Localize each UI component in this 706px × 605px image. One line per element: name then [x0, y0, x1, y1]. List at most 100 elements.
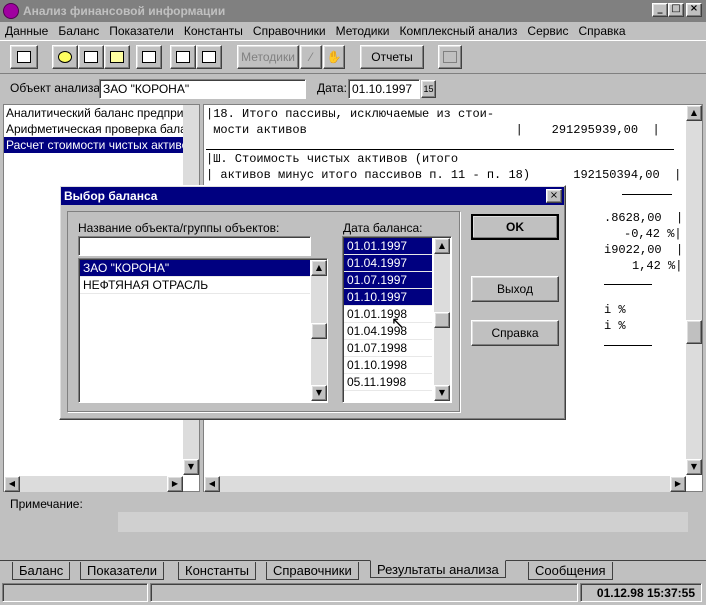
object-name-input[interactable] [78, 236, 311, 256]
menu-bar: Данные Баланс Показатели Константы Справ… [0, 22, 706, 40]
tab-strip [0, 560, 706, 561]
scroll-thumb[interactable] [686, 320, 702, 344]
tab-directories[interactable]: Справочники [266, 562, 359, 580]
report-line: 1,42 %| [632, 259, 683, 273]
object-list[interactable]: ЗАО "КОРОНА" НЕФТЯНАЯ ОТРАСЛЬ [78, 258, 328, 403]
tab-balance[interactable]: Баланс [12, 562, 71, 580]
report-divider [604, 345, 652, 346]
note-field[interactable] [118, 512, 688, 532]
report-line: мости активов | 291295939,00 | [206, 123, 660, 137]
date-item[interactable]: 01.07.1997 [344, 272, 432, 289]
close-button[interactable]: × [686, 3, 702, 17]
date-item[interactable]: 01.10.1998 [344, 357, 432, 374]
menu-balance[interactable]: Баланс [53, 24, 104, 38]
report-line: -0,42 %| [624, 227, 682, 241]
object-name-label: Название объекта/группы объектов: [78, 221, 280, 235]
copy-button[interactable] [78, 45, 104, 69]
hand-icon: ✋ [326, 50, 342, 64]
object-field[interactable]: ЗАО "КОРОНА" [99, 79, 306, 99]
menu-help[interactable]: Справка [574, 24, 631, 38]
scroll-thumb[interactable] [311, 323, 327, 339]
status-datetime: 01.12.98 15:37:55 [580, 583, 702, 602]
paste-button[interactable] [104, 45, 130, 69]
calculator-button[interactable] [438, 45, 462, 69]
date-item[interactable]: 05.11.1998 [344, 374, 432, 391]
paste-icon [110, 51, 124, 63]
printer-icon [142, 51, 156, 63]
tree-item-arithmetic-check[interactable]: Арифметическая проверка баланса [4, 121, 199, 137]
object-item[interactable]: ЗАО "КОРОНА" [80, 260, 310, 277]
status-panel [2, 583, 148, 602]
light-button[interactable] [52, 45, 78, 69]
report-line: .8628,00 | [604, 211, 684, 225]
date-field[interactable]: 01.10.1997 [348, 79, 420, 99]
pencil-icon: ⁄ [309, 50, 312, 64]
import-button[interactable] [196, 45, 222, 69]
date-item[interactable]: 01.04.1997 [344, 255, 432, 272]
menu-directories[interactable]: Справочники [248, 24, 331, 38]
scroll-down-button[interactable]: ▼ [183, 459, 199, 475]
tree-icon [17, 51, 31, 63]
report-line: i % [604, 303, 626, 317]
scroll-down-button[interactable]: ▼ [434, 385, 450, 401]
right-horizontal-scrollbar[interactable] [204, 476, 686, 492]
scroll-down-button[interactable]: ▼ [686, 459, 702, 475]
reports-button[interactable]: Отчеты [360, 45, 424, 69]
window-title: Анализ финансовой информации [23, 4, 226, 18]
minimize-button[interactable]: _ [652, 3, 668, 17]
report-line: |18. Итого пассивы, исключаемые из стои- [206, 107, 495, 121]
report-line: i % [604, 319, 626, 333]
report-divider [206, 149, 674, 150]
dialog-close-button[interactable]: × [546, 189, 562, 203]
pencil-button[interactable]: ⁄ [300, 45, 322, 69]
menu-service[interactable]: Сервис [522, 24, 573, 38]
menu-methods[interactable]: Методики [331, 24, 395, 38]
scroll-thumb[interactable] [434, 312, 450, 328]
tree-item-analytic-balance[interactable]: Аналитический баланс предприятия [4, 105, 199, 121]
tab-indicators[interactable]: Показатели [80, 562, 164, 580]
object-item[interactable]: НЕФТЯНАЯ ОТРАСЛЬ [80, 277, 310, 294]
maximize-button[interactable]: □ [668, 3, 684, 17]
import-icon [202, 51, 216, 63]
tab-analysis-results[interactable]: Результаты анализа [370, 560, 506, 578]
tab-constants[interactable]: Константы [178, 562, 256, 580]
date-item[interactable]: 01.01.1998 [344, 306, 432, 323]
calculator-icon [443, 51, 457, 63]
export-button[interactable] [170, 45, 196, 69]
left-horizontal-scrollbar[interactable] [4, 476, 183, 492]
hand-button[interactable]: ✋ [323, 45, 345, 69]
copy-icon [84, 51, 98, 63]
tree-view-button[interactable] [10, 45, 38, 69]
export-icon [176, 51, 190, 63]
print-button[interactable] [136, 45, 162, 69]
right-vertical-scrollbar[interactable] [686, 105, 702, 475]
scroll-up-button[interactable]: ▲ [434, 238, 450, 254]
exit-button[interactable]: Выход [471, 276, 559, 302]
date-item[interactable]: 01.04.1998 [344, 323, 432, 340]
ok-button[interactable]: OK [471, 214, 559, 240]
tree-item-net-assets[interactable]: Расчет стоимости чистых активов [4, 137, 199, 153]
scroll-down-button[interactable]: ▼ [311, 385, 327, 401]
scroll-right-button[interactable]: ▶ [167, 476, 183, 492]
menu-indicators[interactable]: Показатели [104, 24, 179, 38]
menu-complex-analysis[interactable]: Комплексный анализ [394, 24, 522, 38]
date-item[interactable]: 01.10.1997 [344, 289, 432, 306]
scroll-left-button[interactable]: ◀ [204, 476, 220, 492]
object-label: Объект анализа: [10, 81, 104, 95]
menu-data[interactable]: Данные [0, 24, 53, 38]
menu-constants[interactable]: Константы [179, 24, 248, 38]
report-line: i9022,00 | [604, 243, 684, 257]
help-button[interactable]: Справка [471, 320, 559, 346]
scroll-up-button[interactable]: ▲ [311, 260, 327, 276]
status-panel [150, 583, 578, 602]
scroll-up-button[interactable]: ▲ [686, 105, 702, 121]
date-item[interactable]: 01.01.1997 [344, 238, 432, 255]
tab-messages[interactable]: Сообщения [528, 562, 613, 580]
balance-date-label: Дата баланса: [343, 221, 423, 235]
report-divider [604, 284, 652, 285]
methods-button[interactable]: Методики [237, 45, 299, 69]
calendar-button[interactable]: 15 [421, 80, 436, 98]
scroll-left-button[interactable]: ◀ [4, 476, 20, 492]
scroll-right-button[interactable]: ▶ [670, 476, 686, 492]
date-item[interactable]: 01.07.1998 [344, 340, 432, 357]
